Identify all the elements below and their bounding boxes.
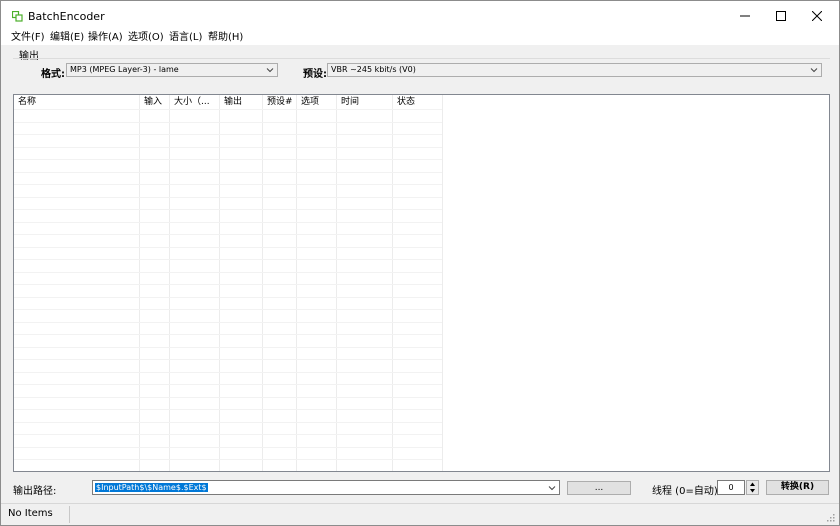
preset-combobox-value: VBR ~245 kbit/s (V0): [331, 65, 416, 74]
column-header-time[interactable]: 时间: [337, 95, 393, 109]
app-logo-icon: [12, 11, 23, 22]
column-header-input[interactable]: 输入: [140, 95, 170, 109]
grid-row-line: [14, 147, 442, 148]
column-header-preset[interactable]: 预设#: [263, 95, 297, 109]
title-bar: BatchEncoder: [1, 1, 839, 31]
format-combobox-value: MP3 (MPEG Layer-3) - lame: [70, 65, 179, 74]
grid-row-line: [14, 297, 442, 298]
grid-row-line: [14, 234, 442, 235]
menu-bar: 文件(F) 编辑(E) 操作(A) 选项(O) 语言(L) 帮助(H): [1, 31, 839, 45]
status-bar: No Items: [1, 503, 839, 525]
menu-file[interactable]: 文件(F): [11, 31, 45, 45]
group-divider: [13, 58, 830, 59]
grid-row-line: [14, 422, 442, 423]
grid-row-line: [14, 222, 442, 223]
column-header-output[interactable]: 输出: [220, 95, 263, 109]
column-header-options[interactable]: 选项: [297, 95, 337, 109]
maximize-button[interactable]: [763, 1, 799, 31]
grid-row-line: [14, 272, 442, 273]
resize-grip-icon[interactable]: [826, 513, 835, 522]
grid-row-line: [14, 259, 442, 260]
grid-row-line: [14, 184, 442, 185]
grid-row-line: [14, 209, 442, 210]
menu-language[interactable]: 语言(L): [169, 31, 202, 45]
grid-row-line: [14, 359, 442, 360]
minimize-icon: [740, 15, 750, 17]
grid-row-line: [14, 122, 442, 123]
grid-row-line: [14, 384, 442, 385]
column-header-status[interactable]: 状态: [393, 95, 443, 109]
column-header-name[interactable]: 名称: [14, 95, 139, 109]
preset-label: 预设:: [303, 69, 327, 80]
threads-label: 线程 (0=自动):: [652, 486, 722, 497]
grid-row-line: [14, 409, 442, 410]
grid-row-line: [14, 322, 442, 323]
window-title: BatchEncoder: [28, 10, 105, 23]
grid-row-line: [14, 247, 442, 248]
output-group-label: 输出: [19, 51, 39, 62]
status-text: No Items: [8, 508, 53, 519]
grid-row-line: [14, 434, 442, 435]
close-button[interactable]: [799, 1, 835, 31]
grid-row-line: [14, 459, 442, 460]
spin-up-icon[interactable]: [747, 481, 758, 487]
output-path-label: 输出路径:: [13, 486, 57, 497]
grid-row-line: [14, 347, 442, 348]
chevron-down-icon: [548, 486, 556, 491]
chevron-down-icon: [266, 68, 274, 73]
status-divider: [69, 506, 70, 523]
grid-row-line: [14, 334, 442, 335]
grid-row-line: [14, 197, 442, 198]
grid-row-line: [14, 134, 442, 135]
browse-button[interactable]: ...: [567, 481, 631, 495]
grid-row-line: [14, 447, 442, 448]
grid-row-line: [14, 372, 442, 373]
grid-row-line: [14, 159, 442, 160]
convert-button[interactable]: 转换(R): [766, 480, 829, 495]
grid-row-line: [14, 172, 442, 173]
format-label: 格式:: [41, 69, 65, 80]
grid-row-line: [14, 397, 442, 398]
app-window: BatchEncoder 文件(F) 编辑(E) 操作(A) 选项(O) 语言(…: [0, 0, 840, 526]
column-divider: [442, 95, 443, 471]
list-header: 名称 输入 大小（... 输出 预设# 选项 时间 状态: [14, 95, 829, 109]
output-path-input[interactable]: $InputPath$\$Name$.$Ext$: [92, 480, 560, 495]
format-combobox[interactable]: MP3 (MPEG Layer-3) - lame: [66, 63, 278, 77]
menu-options[interactable]: 选项(O): [128, 31, 164, 45]
grid-row-line: [14, 109, 442, 110]
threads-input[interactable]: 0: [717, 480, 745, 495]
maximize-icon: [776, 11, 786, 21]
chevron-down-icon: [810, 68, 818, 73]
preset-combobox[interactable]: VBR ~245 kbit/s (V0): [327, 63, 822, 77]
menu-action[interactable]: 操作(A): [88, 31, 123, 45]
grid-row-line: [14, 309, 442, 310]
threads-stepper[interactable]: [746, 480, 759, 495]
menu-edit[interactable]: 编辑(E): [50, 31, 84, 45]
output-path-value: $InputPath$\$Name$.$Ext$: [95, 483, 208, 492]
close-icon: [812, 11, 822, 21]
spin-down-icon[interactable]: [747, 488, 758, 494]
column-header-size[interactable]: 大小（...: [170, 95, 220, 109]
file-list[interactable]: 名称 输入 大小（... 输出 预设# 选项 时间 状态: [13, 94, 830, 472]
grid-row-line: [14, 284, 442, 285]
minimize-button[interactable]: [727, 1, 763, 31]
menu-help[interactable]: 帮助(H): [208, 31, 243, 45]
